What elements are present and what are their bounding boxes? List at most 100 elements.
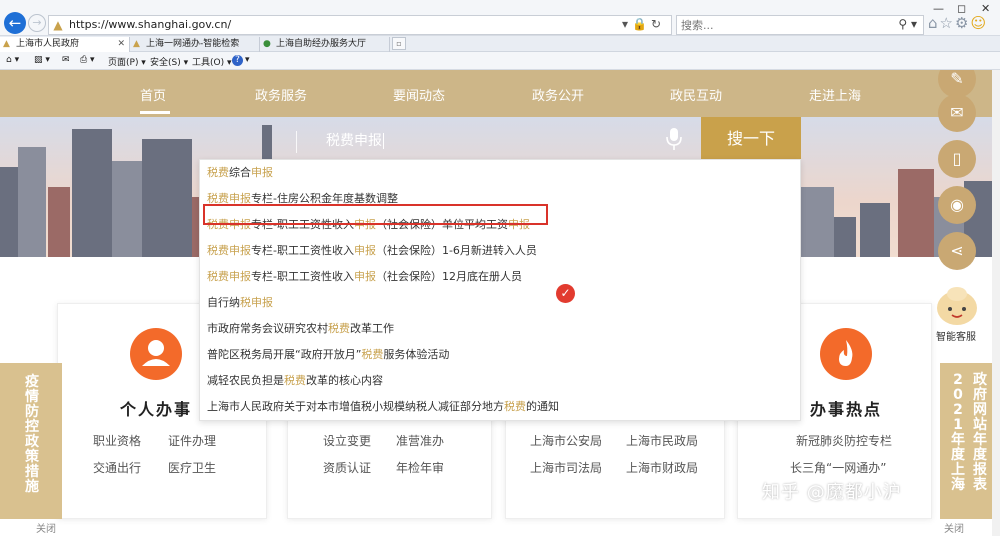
page-viewport: 首页 政务服务 要闻动态 政务公开 政民互动 走进上海 本站 ▲▼ 税费申报 xyxy=(0,70,1000,536)
card-link[interactable]: 证件办理 xyxy=(168,432,216,449)
tab-self-service-hall[interactable]: ● 上海自助经办服务大厅 xyxy=(260,37,390,52)
suggestion-text: 上海市人民政府关于对本市增值税小规模纳税人减征部分地方 xyxy=(207,400,504,413)
search-suggestion-dropdown: 税费综合申报 税费申报专栏-住房公积金年度基数调整 税费申报专栏-职工工资性收入申报… xyxy=(199,159,801,421)
help-dropdown-icon[interactable]: ▾ xyxy=(245,55,250,65)
browser-search-input[interactable] xyxy=(681,17,881,33)
banner-char: 1 xyxy=(953,417,963,433)
home-icon[interactable]: ⌂ xyxy=(928,14,940,32)
browser-search-field[interactable]: ⚲ ▾ xyxy=(676,15,924,35)
star-icon[interactable]: ☆ xyxy=(940,14,955,32)
dropdown-icon[interactable]: ▾ xyxy=(622,17,632,31)
tab-search-results[interactable]: ▲ 上海一网通办-智能检索 xyxy=(130,37,260,52)
banner-char: 年 xyxy=(973,432,987,448)
card-link[interactable]: 资质认证 xyxy=(323,459,371,476)
banner-char: 施 xyxy=(25,479,39,495)
minimize-button[interactable]: — xyxy=(933,2,944,15)
card-link[interactable]: 准营准办 xyxy=(396,432,444,449)
help-icon[interactable]: ? xyxy=(232,55,243,66)
mail-icon[interactable]: ✉ xyxy=(62,55,70,65)
safety-menu[interactable]: 安全(S) ▾ xyxy=(150,55,188,68)
refresh-icon[interactable]: ↻ xyxy=(651,17,665,31)
url-field[interactable]: ▲ https://www.shanghai.gov.cn/ ▾🔒↻ xyxy=(48,15,672,35)
card-link[interactable]: 新冠肺炎防控专栏 xyxy=(796,432,892,449)
nav-news[interactable]: 要闻动态 xyxy=(393,85,445,104)
mobile-icon[interactable]: ▯ xyxy=(938,140,976,178)
nav-gov-services[interactable]: 政务服务 xyxy=(255,85,307,104)
banner-char: 站 xyxy=(973,417,987,433)
banner-vertical-text: 疫情防控政策措施 xyxy=(24,375,40,495)
print-icon[interactable]: ⎙ ▾ xyxy=(80,55,95,65)
gov-favicon-icon: ▲ xyxy=(133,39,140,49)
close-right-banner[interactable]: 关闭 xyxy=(944,520,964,535)
epidemic-policy-banner[interactable]: 疫情防控政策措施 xyxy=(0,363,62,519)
suggestion-item[interactable]: 普陀区税务局开展“政府开放月”税费服务体验活动 xyxy=(207,345,449,365)
assistant-bot-icon[interactable] xyxy=(933,282,981,328)
suggestion-text: 改革的核心内容 xyxy=(306,374,383,387)
card-title: 个人办事 xyxy=(120,400,193,419)
fire-icon[interactable] xyxy=(820,328,872,380)
tab-label: 上海市人民政府 xyxy=(16,39,80,49)
card-link[interactable]: 设立变更 xyxy=(323,432,371,449)
active-nav-indicator xyxy=(140,111,170,114)
gear-icon[interactable]: ⚙ xyxy=(955,14,970,32)
close-left-banner[interactable]: 关闭 xyxy=(36,520,56,535)
banner-char: 海 xyxy=(951,477,965,493)
annual-report-banner[interactable]: 2021年度上海 政府网站年度报表 xyxy=(940,363,1000,519)
card-link[interactable]: 交通出行 xyxy=(93,459,141,476)
tab-shanghai-gov[interactable]: ▲ 上海市人民政府 ✕ xyxy=(0,37,130,52)
nav-gov-disclosure[interactable]: 政务公开 xyxy=(532,85,584,104)
smiley-icon[interactable]: ☺ xyxy=(970,14,988,32)
new-tab-button[interactable]: ▫ xyxy=(392,37,406,50)
close-button[interactable]: ✕ xyxy=(981,2,990,15)
banner-char: 上 xyxy=(951,462,965,478)
suggestion-item[interactable]: 税费综合申报 xyxy=(207,163,273,183)
search-icon[interactable]: ⚲ ▾ xyxy=(898,17,917,31)
suggestion-item[interactable]: 上海市人民政府关于对本市增值税小规模纳税人减征部分地方税费的通知 xyxy=(207,397,559,417)
building xyxy=(112,161,142,257)
suggestion-item[interactable]: 减轻农民负担是税费改革的核心内容 xyxy=(207,371,383,391)
maximize-button[interactable]: ◻ xyxy=(957,2,966,15)
card-link[interactable]: 年检年审 xyxy=(396,459,444,476)
banner-vertical-text: 2021年度上海 xyxy=(950,373,966,493)
suggestion-highlight: 申报 xyxy=(353,244,376,257)
rss-icon[interactable]: ◉ xyxy=(938,186,976,224)
person-icon[interactable] xyxy=(130,328,182,380)
nav-home[interactable]: 首页 xyxy=(140,85,166,104)
back-arrow-icon[interactable]: ← xyxy=(4,12,26,34)
suggestion-item[interactable]: 税费申报专栏-职工工资性收入申报（社会保险）12月底在册人员 xyxy=(207,267,522,287)
forward-arrow-icon[interactable]: → xyxy=(28,14,46,32)
checkmark-icon: ✓ xyxy=(556,284,575,303)
nav-interaction[interactable]: 政民互动 xyxy=(670,85,722,104)
gov-favicon-icon: ▲ xyxy=(3,39,10,49)
site-search-input[interactable]: 税费申报 xyxy=(326,130,384,150)
tools-menu[interactable]: 工具(O) ▾ xyxy=(192,55,232,68)
suggestion-item[interactable]: 税费申报专栏-职工工资性收入申报（社会保险）1-6月新进转入人员 xyxy=(207,241,537,261)
suggestion-item[interactable]: 自行纳税申报 xyxy=(207,293,273,313)
lock-icon: 🔒 xyxy=(631,17,651,31)
card-link[interactable]: 上海市财政局 xyxy=(626,459,698,476)
rss-icon[interactable]: ▧ ▾ xyxy=(34,55,50,65)
card-link[interactable]: 上海市公安局 xyxy=(530,432,602,449)
tab-close-icon[interactable]: ✕ xyxy=(117,37,125,51)
site-search-button[interactable]: 搜一下 xyxy=(701,117,801,161)
banner-char: 情 xyxy=(25,389,39,405)
banner-char: 报 xyxy=(973,462,987,478)
page-menu[interactable]: 页面(P) ▾ xyxy=(108,55,146,68)
share-icon[interactable]: ⋖ xyxy=(938,232,976,270)
nav-about-shanghai[interactable]: 走进上海 xyxy=(809,85,861,104)
card-link[interactable]: 上海市司法局 xyxy=(530,459,602,476)
microphone-icon[interactable] xyxy=(664,126,684,152)
vertical-scrollbar[interactable] xyxy=(992,70,1000,536)
card-link[interactable]: 长三角“一网通办” xyxy=(790,459,886,476)
suggestion-highlight: 税费 xyxy=(504,400,526,413)
card-link[interactable]: 医疗卫生 xyxy=(168,459,216,476)
mail-icon[interactable]: ✉ xyxy=(938,94,976,132)
card-link[interactable]: 职业资格 xyxy=(93,432,141,449)
url-actions[interactable]: ▾🔒↻ xyxy=(622,17,665,31)
home-icon[interactable]: ⌂ ▾ xyxy=(6,55,19,65)
card-link[interactable]: 上海市民政局 xyxy=(626,432,698,449)
suggestion-text: 自行纳 xyxy=(207,296,240,309)
suggestion-text: 的通知 xyxy=(526,400,559,413)
suggestion-item[interactable]: 市政府常务会议研究农村税费改革工作 xyxy=(207,319,394,339)
url-text[interactable]: https://www.shanghai.gov.cn/ xyxy=(69,18,231,31)
